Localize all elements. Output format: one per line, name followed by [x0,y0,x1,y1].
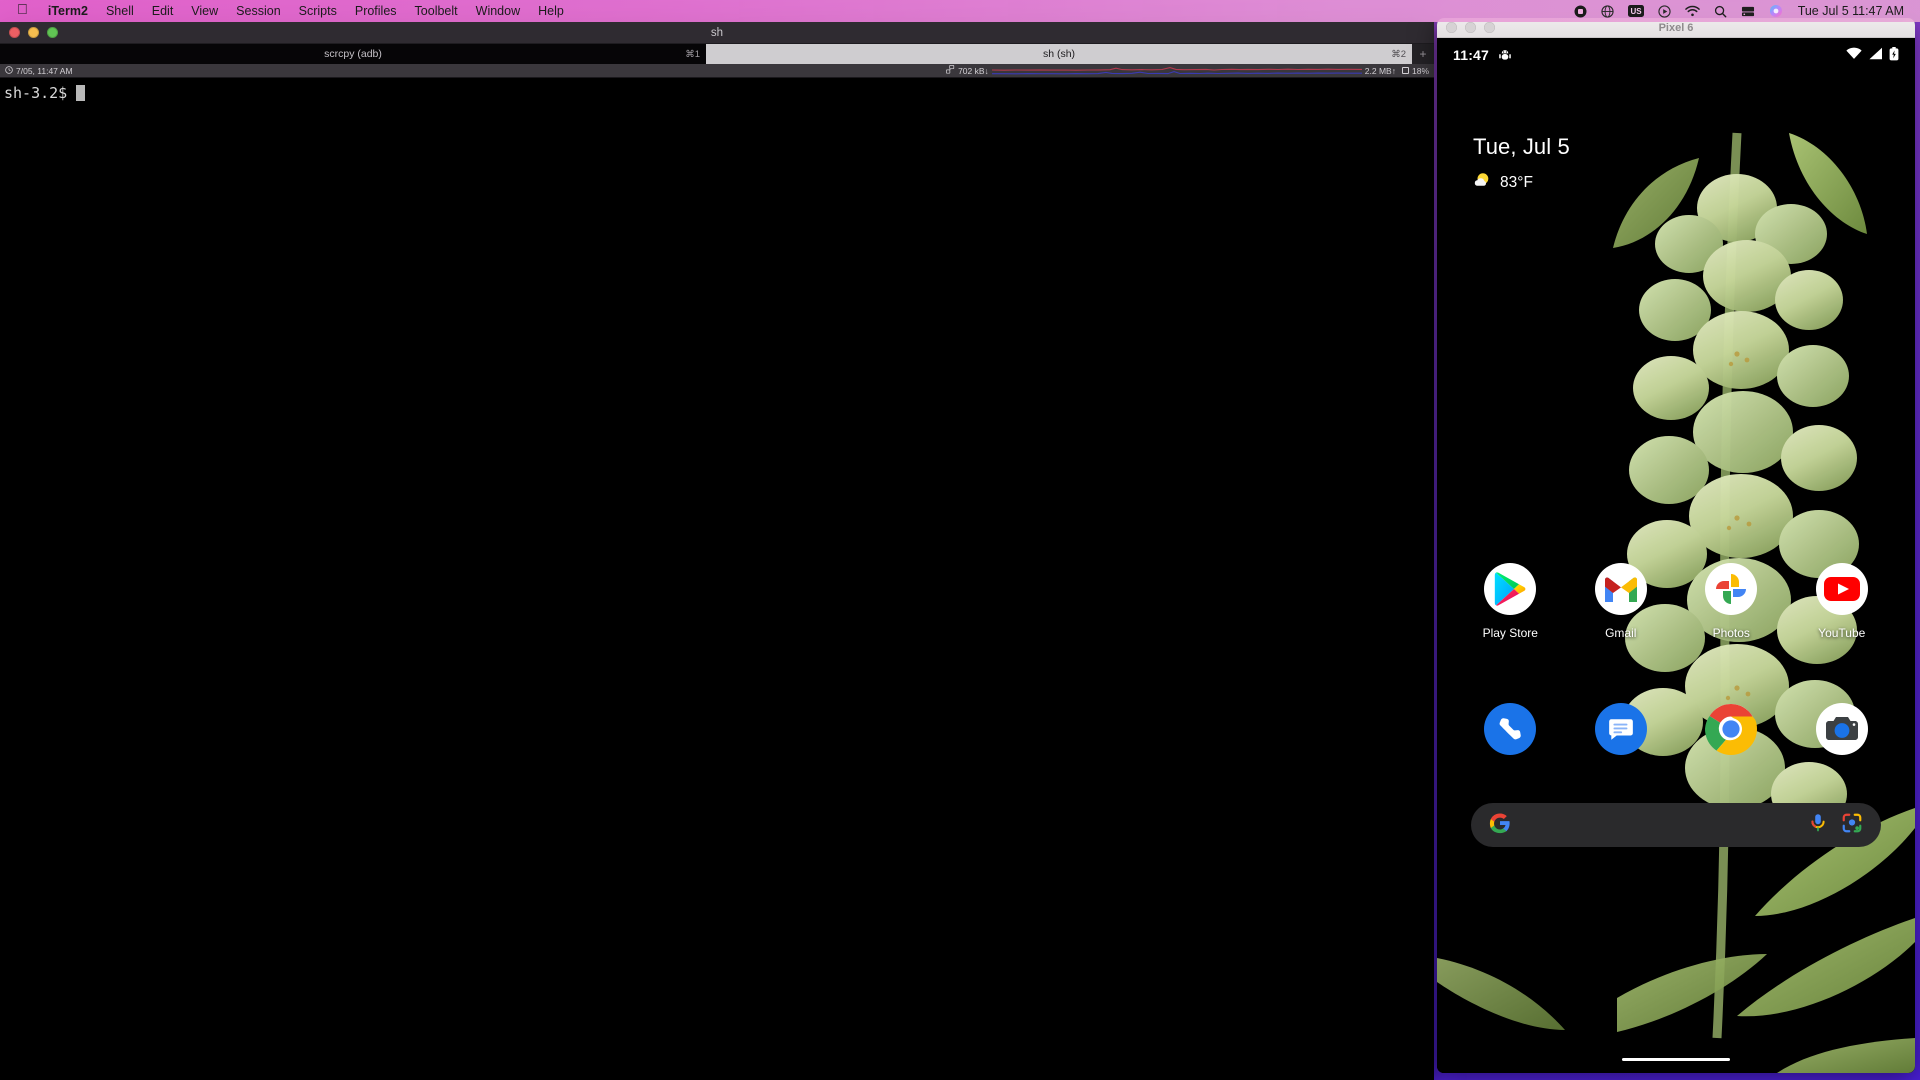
menu-bar-clock[interactable]: Tue Jul 5 11:47 AM [1790,4,1910,18]
camera-icon [1815,703,1868,755]
spotlight-search-icon[interactable] [1707,0,1734,22]
tab-label: sh (sh) [1042,48,1076,60]
record-indicator-icon[interactable] [1567,0,1594,22]
app-gmail[interactable]: Gmail [1578,563,1664,640]
android-status-icons [1846,46,1899,64]
menu-bar-items:  iTerm2 Shell Edit View Session Scripts… [10,0,573,22]
android-status-bar: 11:47 [1437,38,1915,72]
widget-weather: 83°F [1473,171,1570,194]
app-label: YouTube [1818,626,1866,640]
clock-icon [5,65,13,76]
scrcpy-window-title: Pixel 6 [1658,21,1694,34]
menu-item-iterm2[interactable]: iTerm2 [39,0,97,22]
android-clock: 11:47 [1453,47,1490,63]
svg-text:US: US [1630,7,1642,16]
menu-item-shell[interactable]: Shell [97,0,143,22]
siri-icon[interactable] [1762,0,1790,22]
scrcpy-window: Pixel 6 11:47 Tue, Jul 5 83°F Play Store… [1437,18,1915,1073]
menu-item-edit[interactable]: Edit [143,0,183,22]
menu-bar-status-area: US Tue Jul 5 11:47 AM [1567,0,1910,22]
menu-item-window[interactable]: Window [467,0,529,22]
youtube-icon [1815,563,1868,615]
network-upload-text: 2.2 MB↑ [1364,65,1396,76]
network-icon [946,65,955,76]
app-label: Gmail [1605,626,1637,640]
network-sparkline-chart [991,66,1362,74]
google-photos-icon [1705,563,1758,615]
android-screen[interactable]: 11:47 Tue, Jul 5 83°F Play Store Gmail P… [1437,38,1915,1073]
app-play-store[interactable]: Play Store [1467,563,1553,640]
battery-icon [1889,46,1899,64]
iterm2-titlebar[interactable]: sh [0,22,1434,44]
microphone-icon[interactable] [1809,813,1827,838]
google-search-bar[interactable] [1471,803,1881,847]
dock-chrome[interactable] [1688,703,1774,755]
gmail-icon [1594,563,1647,615]
google-g-icon [1489,812,1511,839]
app-youtube[interactable]: YouTube [1799,563,1885,640]
shell-prompt-text: sh-3.2$ [4,84,68,102]
status-memory-group: 18% [1401,65,1429,76]
messages-icon [1594,703,1647,755]
app-label: Play Store [1482,626,1538,640]
media-play-icon[interactable] [1651,0,1678,22]
input-source-us-icon[interactable]: US [1621,0,1651,22]
tab-sh[interactable]: sh (sh) ⌘2 [706,44,1412,64]
google-lens-icon[interactable] [1841,812,1863,839]
macos-menu-bar:  iTerm2 Shell Edit View Session Scripts… [0,0,1920,22]
dock-camera[interactable] [1799,703,1885,755]
tab-shortcut: ⌘2 [1391,48,1406,60]
menu-item-profiles[interactable]: Profiles [346,0,406,22]
status-clock-group: 7/05, 11:47 AM [5,66,73,76]
memory-percent-text: 18% [1411,65,1429,76]
memory-box-icon [1401,67,1409,74]
play-store-icon [1484,563,1537,615]
status-network-group: 702 kB↓ 2.2 MB↑ [946,65,1396,77]
app-photos[interactable]: Photos [1688,563,1774,640]
widget-date-text: Tue, Jul 5 [1473,134,1570,159]
globe-icon[interactable] [1594,0,1621,22]
app-label: Photos [1712,626,1750,640]
new-tab-button[interactable]: + [1412,44,1434,64]
dock-messages[interactable] [1578,703,1664,755]
iterm2-window-title: sh [710,26,724,39]
partly-sunny-icon [1473,171,1491,194]
tab-scrcpy-adb[interactable]: scrcpy (adb) ⌘1 [0,44,706,64]
iterm2-tab-bar: scrcpy (adb) ⌘1 sh (sh) ⌘2 + [0,44,1434,64]
terminal-cursor [76,85,86,101]
terminal-prompt-line: sh-3.2$ [4,84,1430,102]
iterm2-window: sh scrcpy (adb) ⌘1 sh (sh) ⌘2 + 7/05, 11… [0,22,1434,1080]
dock-phone[interactable] [1467,703,1553,755]
network-download-text: 702 kB↓ [958,65,989,76]
wifi-icon [1846,47,1862,63]
android-dock [1437,703,1915,755]
chrome-icon [1705,703,1758,755]
status-clock-text: 7/05, 11:47 AM [16,65,73,76]
terminal-body[interactable]: sh-3.2$ [0,78,1434,1080]
iterm2-status-bar: 7/05, 11:47 AM 702 kB↓ 2.2 MB↑ 18% [0,64,1434,78]
menu-item-view[interactable]: View [182,0,227,22]
android-debug-bug-icon [1498,48,1512,62]
wifi-icon[interactable] [1678,0,1707,22]
at-a-glance-widget[interactable]: Tue, Jul 5 83°F [1473,134,1570,194]
tab-shortcut: ⌘1 [685,48,700,60]
cellular-signal-icon [1868,47,1883,63]
tab-label: scrcpy (adb) [324,48,382,60]
menu-item-toolbelt[interactable]: Toolbelt [406,0,467,22]
screen-sharing-icon[interactable] [1734,0,1762,22]
menu-item-scripts[interactable]: Scripts [290,0,346,22]
phone-icon [1484,703,1537,755]
menu-item-session[interactable]: Session [227,0,289,22]
app-grid-row: Play Store Gmail Photos YouTube [1437,563,1915,640]
apple-logo-icon[interactable]:  [10,0,39,22]
widget-temperature-text: 83°F [1500,173,1533,191]
menu-item-help[interactable]: Help [529,0,573,22]
home-gesture-bar[interactable] [1622,1057,1730,1061]
